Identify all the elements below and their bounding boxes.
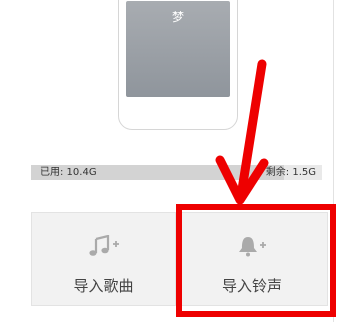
device-manager-panel: 梦 已用: 10.4G 剩余: 1.5G 导入歌曲 导入铃声 — [0, 0, 345, 322]
annotation-arrow — [215, 59, 269, 205]
